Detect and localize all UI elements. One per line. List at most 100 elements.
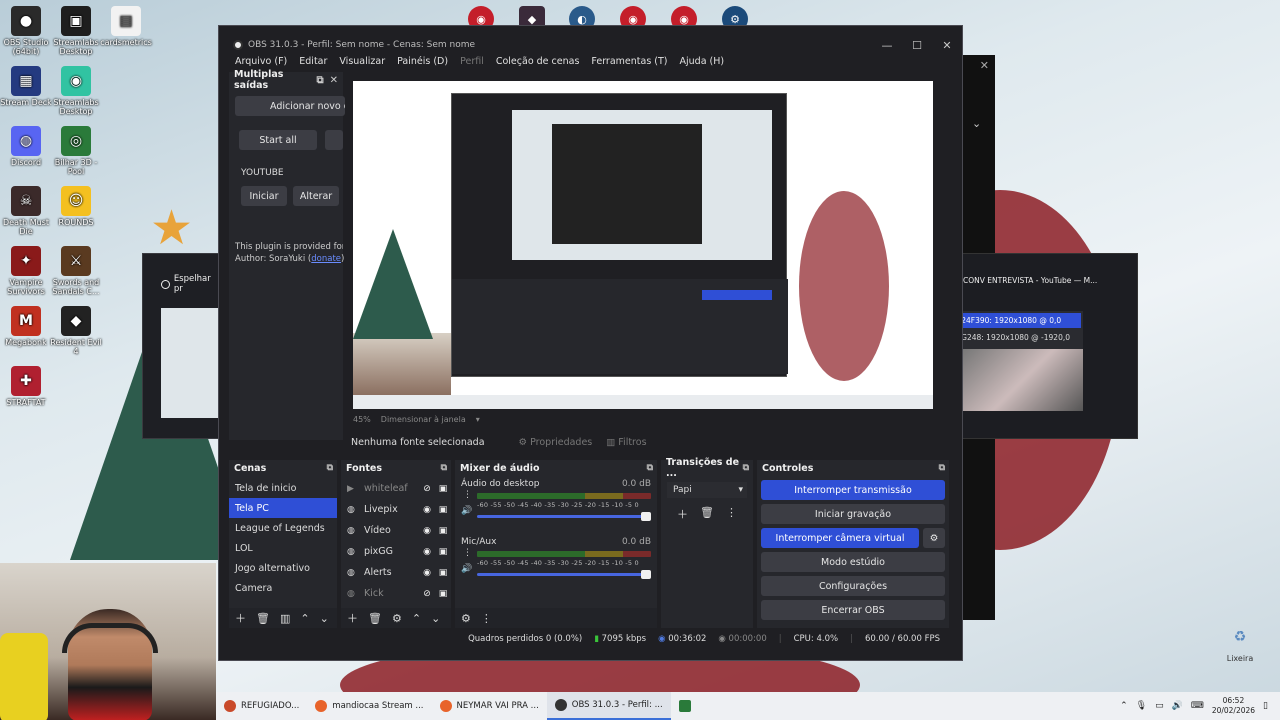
- arrow-down-icon[interactable]: ⌄: [431, 612, 440, 625]
- scene-item[interactable]: LOL: [229, 538, 337, 558]
- undock-icon[interactable]: ⧉: [743, 463, 753, 473]
- filter-icon[interactable]: ▥: [280, 612, 290, 625]
- arrow-down-icon[interactable]: ⌄: [320, 612, 329, 625]
- donate-link[interactable]: donate: [311, 254, 341, 264]
- menu-paineis[interactable]: Painéis (D): [391, 56, 454, 67]
- undock-icon[interactable]: ⧉: [327, 463, 337, 473]
- add-icon[interactable]: ＋: [347, 610, 358, 626]
- network-icon[interactable]: ▭: [1155, 701, 1164, 711]
- desktop-icon[interactable]: ● OBS Studio (64bit): [0, 6, 52, 56]
- preview-canvas[interactable]: [353, 81, 933, 409]
- taskbar-item[interactable]: mandiocaa Stream ...: [307, 692, 431, 720]
- menu-ajuda[interactable]: Ajuda (H): [674, 56, 731, 67]
- filters-button[interactable]: ▥ Filtros: [606, 437, 646, 448]
- undock-icon[interactable]: ⧉: [441, 463, 451, 473]
- eye-icon[interactable]: ◉: [419, 526, 435, 536]
- scale-mode-select[interactable]: Dimensionar à janela: [381, 415, 466, 424]
- speaker-icon[interactable]: 🔊: [461, 506, 472, 516]
- trash-icon[interactable]: 🗑: [256, 612, 270, 625]
- gear-icon[interactable]: ⚙: [392, 612, 402, 625]
- desktop-icon[interactable]: ◎ Bilhar 3D - Pool: [50, 126, 102, 176]
- desktop-icon[interactable]: ◍ Discord: [0, 126, 52, 167]
- slider-handle[interactable]: [641, 512, 651, 521]
- clock[interactable]: 06:52 20/02/2026: [1212, 696, 1255, 716]
- lock-icon[interactable]: ▣: [435, 505, 451, 515]
- eye-icon[interactable]: ◉: [419, 505, 435, 515]
- desktop-icon-recycle-bin[interactable]: ♻ Lixeira: [1214, 622, 1266, 664]
- lock-icon[interactable]: ▣: [435, 526, 451, 536]
- menu-dots-icon[interactable]: ⋮: [481, 612, 492, 625]
- source-item[interactable]: ◍ Vídeo ◉ ▣: [341, 520, 451, 541]
- close-icon[interactable]: ✕: [932, 39, 962, 52]
- speaker-icon[interactable]: 🔊: [461, 564, 472, 574]
- add-icon[interactable]: ＋: [235, 610, 246, 626]
- source-item[interactable]: ◍ Livepix ◉ ▣: [341, 499, 451, 520]
- volume-slider[interactable]: [477, 511, 651, 521]
- obs-window[interactable]: OBS 31.0.3 - Perfil: Sem nome - Cenas: S…: [218, 25, 963, 661]
- volume-slider[interactable]: [477, 569, 651, 579]
- chevron-down-icon[interactable]: ⌄: [972, 117, 981, 130]
- arrow-up-icon[interactable]: ⌃: [300, 612, 309, 625]
- eye-icon[interactable]: ◉: [419, 547, 435, 557]
- taskbar-item[interactable]: OBS 31.0.3 - Perfil: ...: [546, 692, 671, 720]
- scene-item[interactable]: Jogo alternativo: [229, 558, 337, 578]
- desktop-icon-file[interactable]: ▤ cardsmetrics: [100, 6, 152, 47]
- close-icon[interactable]: ✕: [980, 59, 989, 72]
- desktop-icon[interactable]: ✦ Vampire Survivors: [0, 246, 52, 296]
- chevron-up-icon[interactable]: ⌃: [1120, 701, 1128, 711]
- trash-icon[interactable]: 🗑: [700, 506, 714, 522]
- desktop-icon[interactable]: ⚔ Swords and Sandals C...: [50, 246, 102, 296]
- desktop-icon[interactable]: ◆ Resident Evil 4: [50, 306, 102, 356]
- add-output-button[interactable]: Adicionar novo de: [235, 96, 345, 116]
- desktop-icon[interactable]: ▣ Streamlabs Desktop: [50, 6, 102, 56]
- start-recording-button[interactable]: Iniciar gravação: [761, 504, 945, 524]
- start-target-button[interactable]: Iniciar: [241, 186, 287, 206]
- eye-icon[interactable]: ◉: [419, 568, 435, 578]
- background-window-left[interactable]: Espelhar pr: [142, 253, 222, 439]
- display-item-selected[interactable]: C24F390: 1920x1080 @ 0,0: [953, 313, 1081, 328]
- desktop-icon[interactable]: ▦ Stream Deck: [0, 66, 52, 107]
- exit-button[interactable]: Encerrar OBS: [761, 600, 945, 620]
- display-capture-window[interactable]: CONV ENTREVISTA - YouTube — M... C24F390…: [950, 253, 1138, 439]
- menu-visualizar[interactable]: Visualizar: [333, 56, 391, 67]
- lock-icon[interactable]: ▣: [435, 547, 451, 557]
- scene-item[interactable]: Tela PC: [229, 498, 337, 518]
- desktop-icon[interactable]: ☠ Death Must Die: [0, 186, 52, 236]
- source-item[interactable]: ◍ Kick ⊘ ▣: [341, 583, 451, 604]
- lock-icon[interactable]: ▣: [435, 589, 451, 599]
- stop-all-button[interactable]: [325, 130, 343, 150]
- menu-arquivo[interactable]: Arquivo (F): [229, 56, 293, 67]
- notification-icon[interactable]: ▯: [1263, 701, 1268, 711]
- lock-icon[interactable]: ▣: [435, 484, 451, 494]
- menu-editar[interactable]: Editar: [293, 56, 333, 67]
- undock-icon[interactable]: ⧉: [316, 75, 323, 86]
- settings-button[interactable]: Configurações: [761, 576, 945, 596]
- undock-icon[interactable]: ⧉: [939, 463, 949, 473]
- source-item[interactable]: ◍ Alerts ◉ ▣: [341, 562, 451, 583]
- menu-dots-icon[interactable]: ⋮: [463, 548, 472, 558]
- desktop-icon[interactable]: ◉ Streamlabs Desktop: [50, 66, 102, 116]
- volume-icon[interactable]: 🔊: [1172, 701, 1183, 711]
- studio-mode-button[interactable]: Modo estúdio: [761, 552, 945, 572]
- eye-off-icon[interactable]: ⊘: [419, 484, 435, 494]
- menu-perfil[interactable]: Perfil: [454, 56, 490, 67]
- taskbar-app[interactable]: [671, 692, 699, 720]
- maximize-icon[interactable]: ☐: [902, 39, 932, 52]
- properties-button[interactable]: ⚙ Propriedades: [519, 437, 593, 448]
- scene-item[interactable]: Camera: [229, 578, 337, 598]
- desktop-icon[interactable]: ☺ ROUNDS: [50, 186, 102, 227]
- lock-icon[interactable]: ▣: [435, 568, 451, 578]
- desktop-icon[interactable]: M Megabonk: [0, 306, 52, 347]
- stop-virtual-camera-button[interactable]: Interromper câmera virtual: [761, 528, 919, 548]
- taskbar-item[interactable]: NEYMAR VAI PRA ...: [432, 692, 547, 720]
- source-item[interactable]: ◍ pixGG ◉ ▣: [341, 541, 451, 562]
- menu-ferramentas[interactable]: Ferramentas (T): [585, 56, 673, 67]
- scene-item[interactable]: League of Legends: [229, 518, 337, 538]
- taskbar-item[interactable]: REFUGIADO...: [216, 692, 307, 720]
- add-icon[interactable]: ＋: [677, 506, 688, 522]
- menu-colecao-cenas[interactable]: Coleção de cenas: [490, 56, 586, 67]
- microphone-icon[interactable]: 🎙: [1136, 701, 1147, 711]
- arrow-up-icon[interactable]: ⌃: [412, 612, 421, 625]
- trash-icon[interactable]: 🗑: [368, 612, 382, 625]
- transition-select[interactable]: Papi ▾: [667, 482, 747, 498]
